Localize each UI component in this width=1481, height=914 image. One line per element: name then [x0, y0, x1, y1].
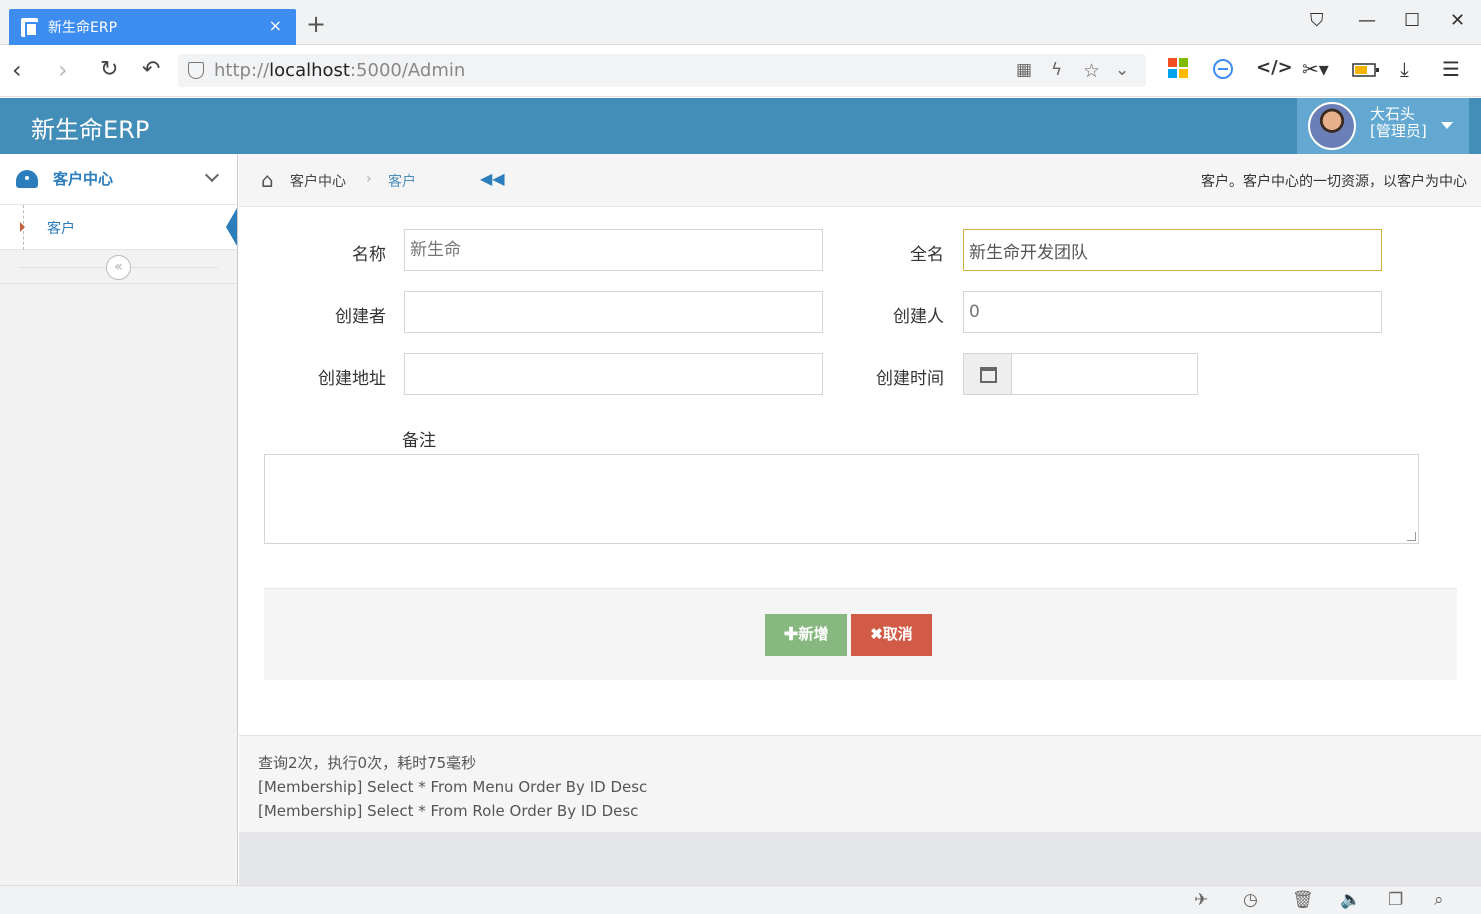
- volume-icon[interactable]: 🔈: [1340, 890, 1361, 910]
- download-icon[interactable]: ⤓: [1400, 57, 1409, 81]
- forward-icon[interactable]: ›: [58, 57, 68, 83]
- url-path: :5000/Admin: [349, 60, 466, 81]
- active-marker: [226, 208, 237, 246]
- sidebar-group-customer-center[interactable]: 客户中心: [0, 154, 237, 205]
- sidebar-group-label: 客户中心: [53, 170, 114, 188]
- skin-icon[interactable]: ⛉: [1310, 10, 1324, 31]
- office-extension-icon[interactable]: [1168, 58, 1188, 83]
- lightning-icon[interactable]: ϟ: [1051, 60, 1062, 80]
- back-icon[interactable]: ‹: [12, 57, 22, 83]
- breadcrumb-separator: ›: [366, 171, 372, 187]
- breadcrumb-customer-center[interactable]: 客户中心: [290, 171, 346, 191]
- double-angle-left-icon[interactable]: ◀◀: [480, 169, 505, 188]
- window-close-icon[interactable]: ✕: [1450, 10, 1465, 31]
- avatar: [1308, 102, 1356, 150]
- trash-icon[interactable]: 🗑: [1292, 890, 1314, 910]
- name-input[interactable]: [404, 229, 823, 271]
- sidebar: 客户中心 客户 «: [0, 154, 238, 885]
- speedup-icon[interactable]: ◷: [1243, 890, 1258, 910]
- sidebar-item-customer[interactable]: 客户: [0, 205, 237, 250]
- adblock-extension-icon[interactable]: [1212, 58, 1234, 85]
- calendar-button[interactable]: [963, 353, 1012, 395]
- rocket-icon[interactable]: ✈: [1194, 890, 1208, 910]
- log-line: [Membership] Select * From Role Order By…: [258, 802, 639, 820]
- log-summary: 查询2次，执行0次，耗时75毫秒: [258, 754, 477, 772]
- bookmark-star-icon[interactable]: ☆: [1083, 60, 1100, 82]
- browser-tab-title: 新生命ERP: [48, 20, 118, 36]
- browser-tab-bar: 新生命ERP × + ⛉ — ☐ ✕: [0, 0, 1481, 45]
- user-role: [管理员]: [1370, 122, 1427, 140]
- home-icon[interactable]: ⌂: [261, 170, 274, 190]
- security-shield-icon: [188, 62, 204, 79]
- chevron-down-icon: [204, 167, 220, 183]
- minimize-icon[interactable]: —: [1358, 10, 1376, 31]
- resize-grip-icon[interactable]: [1407, 532, 1416, 541]
- fullname-label: 全名: [910, 245, 944, 265]
- collapse-sidebar-icon[interactable]: «: [106, 255, 131, 280]
- dashboard-icon: [16, 170, 38, 188]
- user-menu[interactable]: 大石头 [管理员]: [1297, 98, 1469, 154]
- caret-down-icon: [1441, 122, 1453, 129]
- time-label: 创建时间: [876, 369, 944, 389]
- page-description: 客户。客户中心的一切资源，以客户为中心: [1201, 174, 1467, 190]
- url-host: localhost: [269, 60, 350, 81]
- add-button[interactable]: ✚新增: [765, 614, 847, 656]
- menu-icon[interactable]: ☰: [1442, 57, 1460, 81]
- caret-right-icon: [20, 222, 25, 232]
- user-info: 大石头 [管理员]: [1370, 106, 1427, 140]
- address-bar[interactable]: http://localhost:5000/Admin ▦ ϟ ☆ ⌄: [178, 54, 1146, 87]
- battery-icon[interactable]: [1352, 59, 1380, 83]
- app-brand[interactable]: 新生命ERP: [31, 110, 149, 145]
- zoom-icon[interactable]: ⌕: [1434, 890, 1444, 910]
- creator-input[interactable]: [404, 291, 823, 333]
- cancel-button[interactable]: ✖取消: [851, 614, 932, 656]
- address-url[interactable]: http://localhost:5000/Admin: [214, 60, 465, 81]
- page-favicon-icon: [21, 17, 38, 37]
- creator-id-label: 创建人: [893, 307, 944, 327]
- sidebar-collapse: «: [0, 250, 237, 284]
- dropdown-chevron-icon[interactable]: ⌄: [1115, 60, 1129, 80]
- user-name: 大石头: [1370, 105, 1416, 123]
- form-actions: ✚新增 ✖取消: [264, 588, 1457, 680]
- browser-tab[interactable]: 新生命ERP ×: [9, 9, 296, 45]
- calendar-icon: [980, 367, 997, 383]
- screenshot-scissors-icon[interactable]: ✂▾: [1302, 57, 1329, 81]
- browser-status-bar: ✈ ◷ 🗑 🔈 ❐ ⌕: [0, 885, 1481, 914]
- name-label: 名称: [352, 245, 386, 265]
- tab-close-icon[interactable]: ×: [269, 16, 282, 35]
- app-header: 新生命ERP 大石头 [管理员]: [0, 98, 1481, 154]
- new-tab-icon[interactable]: +: [306, 12, 326, 36]
- creator-id-input[interactable]: [963, 291, 1382, 333]
- log-line: [Membership] Select * From Menu Order By…: [258, 778, 648, 796]
- remark-label: 备注: [402, 431, 436, 451]
- address-label: 创建地址: [318, 369, 386, 389]
- qrcode-icon[interactable]: ▦: [1016, 60, 1032, 80]
- fullname-input[interactable]: [963, 229, 1382, 271]
- remark-textarea[interactable]: [264, 454, 1419, 544]
- time-input[interactable]: [1011, 353, 1198, 395]
- browser-nav-bar: ‹ › ↻ ↶ http://localhost:5000/Admin ▦ ϟ …: [0, 45, 1481, 97]
- creator-label: 创建者: [335, 307, 386, 327]
- url-scheme: http://: [214, 60, 270, 81]
- breadcrumb: ⌂ 客户中心 › 客户 ◀◀ 客户。客户中心的一切资源，以客户为中心: [239, 154, 1481, 207]
- address-input[interactable]: [404, 353, 823, 395]
- sidebar-item-label: 客户: [47, 221, 75, 237]
- page-footer-area: [239, 833, 1481, 885]
- window-icon[interactable]: ❐: [1388, 890, 1403, 910]
- sql-log-panel: 查询2次，执行0次，耗时75毫秒 [Membership] Select * F…: [239, 735, 1481, 833]
- reload-icon[interactable]: ↻: [100, 57, 118, 83]
- devtools-icon[interactable]: </>: [1256, 57, 1293, 78]
- breadcrumb-customer[interactable]: 客户: [388, 171, 416, 191]
- undo-close-icon[interactable]: ↶: [142, 57, 160, 83]
- maximize-icon[interactable]: ☐: [1404, 10, 1420, 31]
